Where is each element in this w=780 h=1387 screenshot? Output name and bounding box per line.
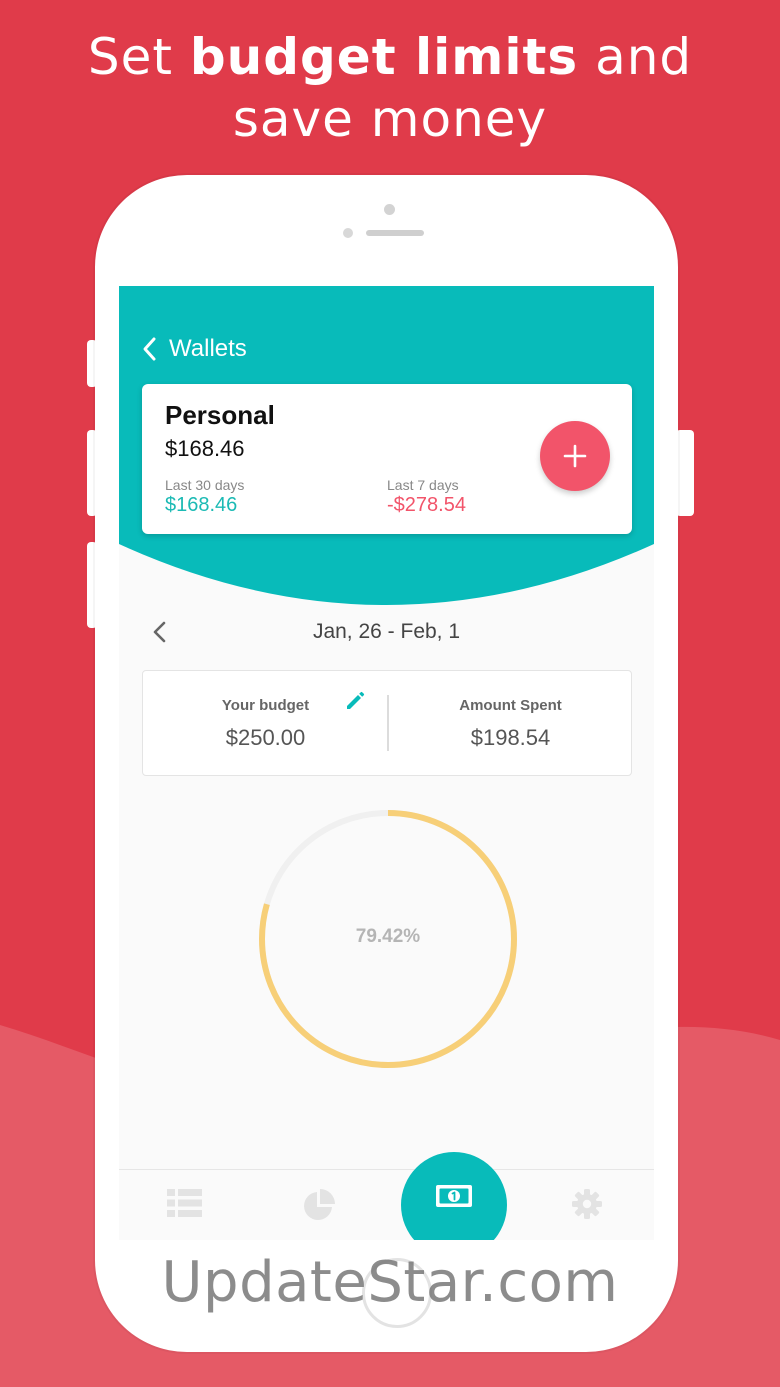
tab-bar-divider [119,1169,654,1170]
last-30-days-label: Last 30 days [165,477,245,493]
wallet-name: Personal [165,400,275,430]
wallet-card[interactable]: Personal $168.46 Last 30 days $168.46 La… [142,384,632,534]
budget-progress-ring: 79.42% [257,808,519,1070]
chevron-left-icon [153,621,166,643]
budget-summary-card: Your budget $250.00 Amount Spent $198.54 [142,670,632,776]
tab-budget[interactable] [401,1152,507,1240]
headline-text: Set [87,28,190,86]
headline-line-1: Set budget limits and [0,26,780,88]
headline-text-end: and [578,28,693,86]
period-selector: Jan, 26 - Feb, 1 [119,616,654,648]
chevron-left-icon [143,337,156,361]
headline: Set budget limits and save money [0,26,780,150]
your-budget-column: Your budget $250.00 [143,671,388,775]
back-label: Wallets [169,335,247,362]
headline-line-2: save money [232,90,548,148]
edit-budget-button[interactable] [343,689,367,713]
proximity-sensor [343,228,353,238]
front-camera [384,204,395,215]
tab-statistics[interactable] [269,1174,369,1240]
amount-spent-column: Amount Spent $198.54 [388,671,633,775]
headline-bold-text: budget limits [189,28,579,86]
add-transaction-button[interactable] [540,421,610,491]
plus-icon [563,444,587,468]
pencil-icon [347,691,365,709]
tab-settings[interactable] [537,1174,637,1240]
watermark: UpdateStar.com [161,1250,619,1315]
previous-period-button[interactable] [147,618,175,646]
list-icon [167,1189,202,1217]
amount-spent-label: Amount Spent [459,697,562,714]
banknote-icon [436,1185,472,1207]
amount-spent-value: $198.54 [470,725,551,750]
wallet-balance: $168.46 [165,436,245,461]
app-screen: Wallets Personal $168.46 Last 30 days $1… [119,286,654,1240]
tab-transactions[interactable] [135,1174,235,1240]
last-30-days-value: $168.46 [165,494,238,516]
last-7-days-label: Last 7 days [387,477,459,493]
period-range: Jan, 26 - Feb, 1 [312,620,461,643]
last-7-days-value: -$278.54 [387,494,466,516]
phone-side-button-power [676,430,694,516]
gear-icon [572,1189,602,1219]
pie-chart-icon [304,1189,335,1220]
earpiece-speaker [366,230,424,236]
progress-percent: 79.42% [355,926,421,947]
your-budget-value: $250.00 [225,725,306,750]
back-to-wallets-button[interactable]: Wallets [141,334,247,364]
